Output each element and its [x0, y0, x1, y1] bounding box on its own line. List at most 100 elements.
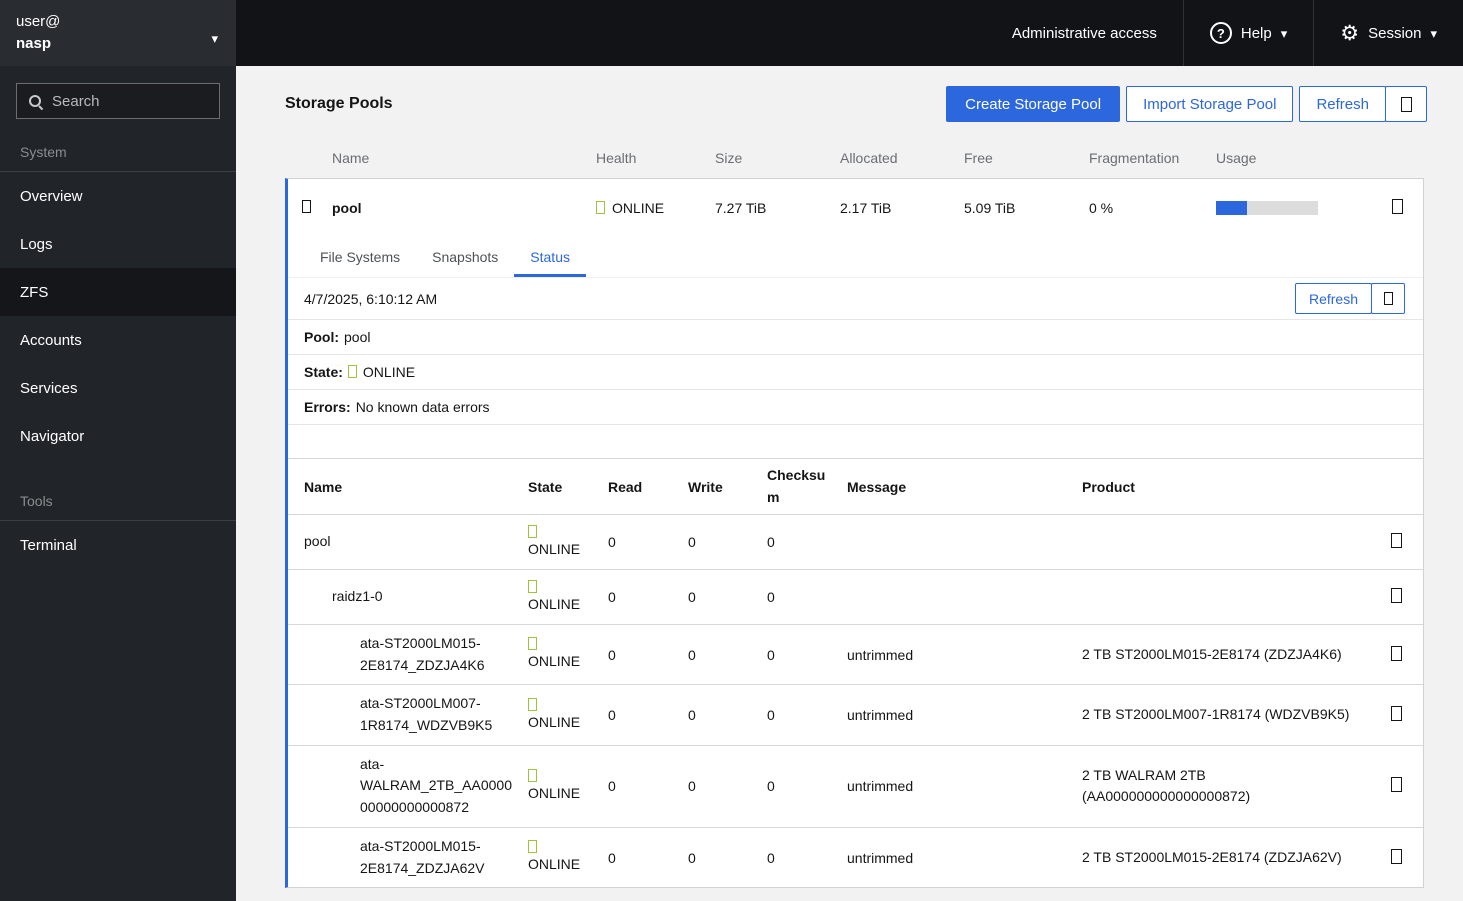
device-product: 2 TB WALRAM 2TB (AA000000000000000872) [1082, 766, 1251, 805]
pool-label: Pool: [304, 329, 339, 345]
online-status-icon [528, 579, 537, 593]
kebab-menu-icon [1391, 533, 1402, 548]
pool-card: pool ONLINE 7.27 TiB 2.17 TiB 5.09 TiB 0… [285, 178, 1424, 889]
device-write: 0 [688, 534, 696, 550]
device-read: 0 [608, 646, 616, 663]
sidebar-item-services[interactable]: Services [0, 364, 236, 412]
online-status-icon [528, 524, 537, 538]
col-read: Read [608, 478, 643, 495]
pool-row[interactable]: pool ONLINE 7.27 TiB 2.17 TiB 5.09 TiB 0… [288, 179, 1423, 236]
device-name: ata-ST2000LM015-2E8174_ZDZJA62V [360, 837, 485, 876]
online-status-icon [528, 768, 537, 782]
device-name: ata-ST2000LM015-2E8174_ZDZJA4K6 [360, 635, 485, 673]
session-menu[interactable]: Session [1313, 0, 1463, 66]
sidebar-item-accounts[interactable]: Accounts [0, 316, 236, 364]
table-row: pool ONLINE 0 0 0 [288, 515, 1423, 570]
pool-name: pool [332, 199, 362, 216]
device-read: 0 [608, 849, 616, 866]
device-write: 0 [688, 646, 696, 663]
nav-group-label: Tools [20, 493, 53, 509]
help-menu[interactable]: Help [1182, 0, 1313, 66]
device-read: 0 [608, 778, 616, 795]
device-product: 2 TB ST2000LM007-1R8174 (WDZVB9K5) [1082, 706, 1350, 723]
main-content: Storage Pools Create Storage Pool Import… [236, 66, 1463, 901]
more-options-button[interactable] [1385, 86, 1427, 122]
col-name: Name [332, 150, 370, 166]
device-actions-menu[interactable] [1370, 645, 1423, 664]
refresh-button[interactable]: Refresh [1299, 86, 1386, 122]
device-actions-menu[interactable] [1370, 777, 1423, 795]
create-storage-pool-button[interactable]: Create Storage Pool [946, 86, 1121, 122]
chevron-down-icon [211, 28, 218, 50]
sidebar-item-navigator[interactable]: Navigator [0, 412, 236, 460]
device-checksum: 0 [767, 778, 775, 795]
device-table-header: Name State Read Write Checksum Message P… [288, 459, 1423, 515]
status-more-options-button[interactable] [1371, 283, 1405, 314]
sidebar-item-logs[interactable]: Logs [0, 220, 236, 268]
kebab-menu-icon [1391, 588, 1402, 603]
tab-snapshots[interactable]: Snapshots [416, 236, 514, 277]
sidebar-item-label: Logs [20, 235, 53, 253]
usage-bar-fill [1216, 200, 1247, 215]
device-actions-menu[interactable] [1370, 588, 1423, 606]
kebab-menu-icon [1391, 777, 1402, 793]
admin-access-label: Administrative access [1011, 24, 1157, 42]
import-storage-pool-button[interactable]: Import Storage Pool [1126, 86, 1294, 122]
sidebar-item-label: ZFS [20, 283, 49, 301]
errors-label: Errors: [304, 399, 351, 415]
status-toolbar: 4/7/2025, 6:10:12 AM Refresh [288, 278, 1423, 320]
pool-free: 5.09 TiB [964, 199, 1016, 216]
device-read: 0 [608, 589, 616, 605]
tab-status[interactable]: Status [514, 236, 586, 277]
status-refresh-button[interactable]: Refresh [1294, 283, 1372, 314]
nav-group-tools: Tools Terminal [0, 484, 236, 569]
admin-access-button[interactable]: Administrative access [986, 0, 1183, 66]
device-name: ata-WALRAM_2TB_AA000000000000000872 [360, 755, 512, 816]
host-switcher[interactable]: user@ nasp [0, 0, 236, 66]
device-state: ONLINE [528, 840, 608, 875]
device-actions-menu[interactable] [1370, 706, 1423, 724]
errors-value: No known data errors [355, 399, 490, 415]
nav-group-system: System Overview Logs ZFS Accounts Servic… [0, 135, 236, 460]
device-write: 0 [688, 778, 696, 795]
device-name: raidz1-0 [332, 588, 383, 605]
kebab-menu-icon [1391, 706, 1402, 722]
device-checksum: 0 [767, 646, 775, 663]
refresh-button-group: Refresh [1299, 86, 1427, 122]
sidebar-item-overview[interactable]: Overview [0, 172, 236, 220]
expand-toggle[interactable] [288, 199, 332, 216]
help-label: Help [1240, 24, 1272, 42]
sidebar-search[interactable] [16, 83, 220, 119]
col-write: Write [688, 478, 723, 495]
device-state: ONLINE [528, 524, 608, 560]
table-row: raidz1-0 ONLINE 0 0 0 [288, 570, 1423, 625]
sidebar-item-zfs[interactable]: ZFS [0, 268, 236, 316]
device-message: untrimmed [847, 778, 914, 795]
table-row: ata-WALRAM_2TB_AA000000000000000872 ONLI… [288, 746, 1423, 828]
online-status-icon [347, 365, 357, 378]
nav-group-label: System [20, 144, 67, 160]
search-input[interactable] [52, 92, 208, 110]
online-status-icon [528, 637, 537, 651]
device-write: 0 [688, 849, 696, 866]
spacer [288, 425, 1423, 459]
device-checksum: 0 [767, 534, 775, 550]
status-refresh-group: Refresh [1294, 283, 1405, 314]
device-name: pool [304, 533, 331, 550]
device-name: ata-ST2000LM007-1R8174_WDZVB9K5 [360, 695, 493, 734]
state-label: State: [304, 364, 343, 380]
tab-file-systems[interactable]: File Systems [304, 236, 416, 277]
chevron-down-icon [1281, 25, 1288, 42]
status-errors-row: Errors: No known data errors [288, 390, 1423, 425]
table-row: ata-ST2000LM007-1R8174_WDZVB9K5 ONLINE 0… [288, 685, 1423, 746]
device-message: untrimmed [847, 849, 914, 866]
expand-toggle-icon [302, 199, 311, 213]
col-state: State [528, 478, 563, 495]
pool-actions-menu[interactable] [1372, 198, 1423, 217]
brand-host: nasp [16, 34, 52, 52]
device-actions-menu[interactable] [1370, 533, 1423, 551]
device-checksum: 0 [767, 589, 775, 605]
device-checksum: 0 [767, 707, 775, 724]
sidebar-item-terminal[interactable]: Terminal [0, 521, 236, 569]
device-actions-menu[interactable] [1370, 848, 1423, 867]
